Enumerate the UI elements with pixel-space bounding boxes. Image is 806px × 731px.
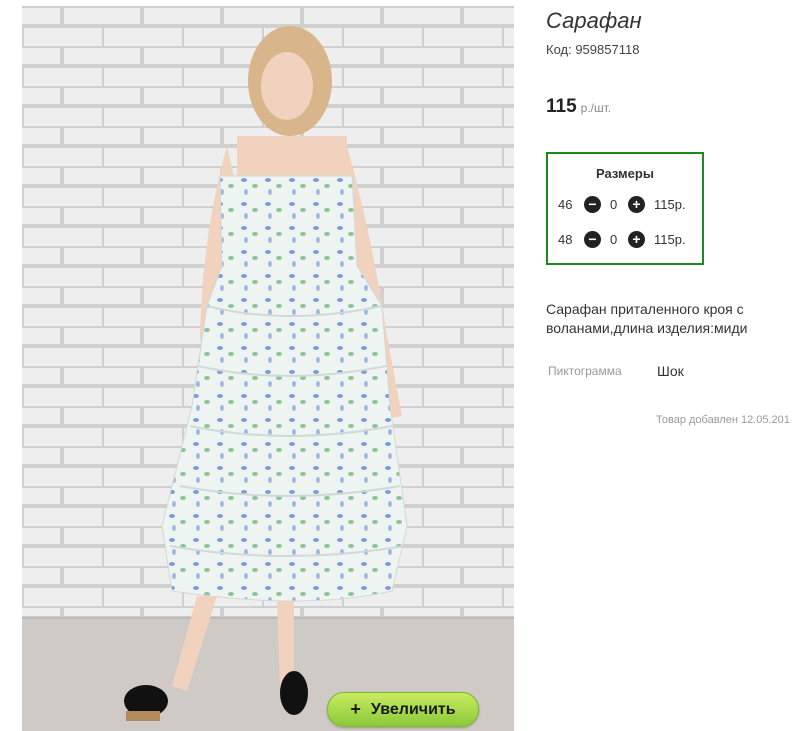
- size-number: 48: [558, 232, 573, 247]
- price-value: 115: [546, 96, 577, 117]
- product-title: Сарафан: [546, 8, 642, 33]
- plus-icon[interactable]: +: [628, 231, 645, 248]
- plus-icon: +: [350, 699, 361, 719]
- pictogram-value: Шок: [657, 363, 684, 379]
- size-row: 46 − 0 + 115р.: [548, 194, 702, 216]
- product-description: Сарафан приталенного кроя с воланами,дли…: [546, 301, 748, 336]
- zoom-button[interactable]: + Увеличить: [327, 692, 479, 727]
- product-code: Код: 959857118: [546, 42, 640, 57]
- product-image: [22, 6, 514, 731]
- product-price: 115 р./шт.: [546, 96, 611, 118]
- price-unit: р./шт.: [580, 101, 612, 115]
- sizes-box: Размеры 46 − 0 + 115р. 48 − 0 + 115р.: [546, 152, 704, 265]
- sizes-title: Размеры: [596, 166, 654, 181]
- pictogram-label: Пиктограмма: [548, 364, 622, 378]
- zoom-label: Увеличить: [370, 700, 456, 718]
- size-row: 48 − 0 + 115р.: [548, 229, 702, 251]
- plus-icon[interactable]: +: [628, 196, 645, 213]
- added-date: Товар добавлен 12.05.201: [656, 414, 790, 426]
- minus-icon[interactable]: −: [584, 196, 601, 213]
- size-price: 115р.: [654, 197, 686, 212]
- minus-icon[interactable]: −: [584, 231, 601, 248]
- size-quantity[interactable]: 0: [610, 197, 617, 212]
- size-number: 46: [558, 197, 573, 212]
- size-price: 115р.: [654, 232, 686, 247]
- product-photo[interactable]: [22, 6, 514, 731]
- size-quantity[interactable]: 0: [610, 232, 617, 247]
